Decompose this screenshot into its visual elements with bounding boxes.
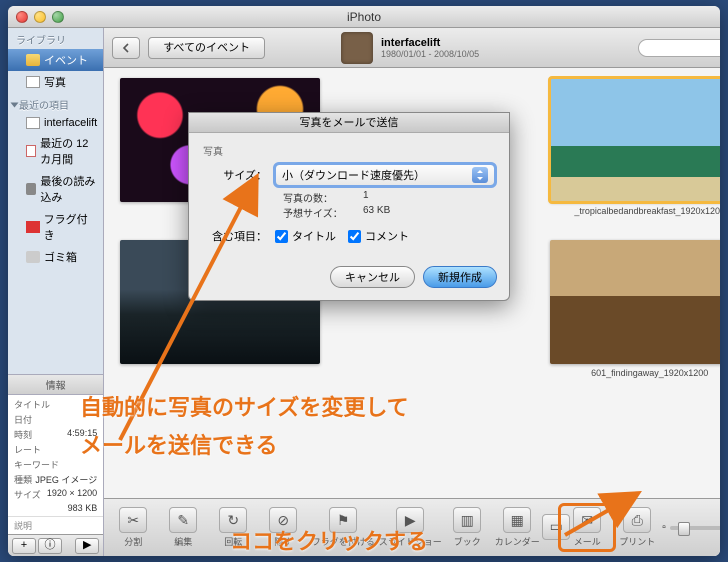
size-select[interactable]: 小（ダウンロード速度優先） (275, 164, 495, 186)
sidebar-item-flagged[interactable]: フラグ付き (8, 208, 103, 246)
photo-icon (26, 117, 40, 129)
dialog-title: 写真をメールで送信 (189, 113, 509, 133)
sidebar-item-interfacelift[interactable]: interfacelift (8, 114, 103, 132)
thumbnail-caption: _tropicalbedandbreakfast_1920x1200 (550, 206, 720, 216)
calendar-icon (26, 145, 36, 157)
event-header: interfacelift 1980/01/01 - 2008/10/05 (381, 37, 479, 59)
event-thumbnail (341, 32, 373, 64)
info-button[interactable]: ⓘ (38, 538, 62, 554)
fullscreen-button[interactable]: ▶ (75, 538, 99, 554)
event-title: interfacelift (381, 37, 479, 49)
tool-print[interactable]: ⎙プリント (612, 507, 662, 548)
folder-icon (26, 54, 40, 66)
cancel-button[interactable]: キャンセル (330, 266, 415, 288)
tool-split[interactable]: ✂分割 (108, 507, 158, 548)
zoom-slider[interactable] (670, 526, 720, 530)
zoom-out-icon[interactable]: ▫ (662, 522, 666, 533)
sidebar-item-trash[interactable]: ゴミ箱 (8, 246, 103, 268)
sidebar-bottom-bar: + ⓘ ▶ (8, 534, 103, 556)
sidebar-item-12months[interactable]: 最近の 12 カ月間 (8, 132, 103, 170)
zoom-slider-area: ▫ ◻ (662, 521, 720, 535)
thumbnail-selected[interactable]: _tropicalbedandbreakfast_1920x1200 (550, 78, 720, 216)
back-button[interactable] (112, 37, 140, 59)
checkbox-comment[interactable]: コメント (348, 228, 409, 244)
mail-dialog: 写真をメールで送信 写真 サイズ： 小（ダウンロード速度優先） 写真の数：1 予… (188, 112, 510, 301)
size-select-value: 小（ダウンロード速度優先） (282, 167, 425, 183)
thumbnail[interactable]: 601_findingaway_1920x1200 (550, 240, 720, 378)
sidebar-header-library: ライブラリ (8, 28, 103, 49)
breadcrumb-button[interactable]: すべてのイベント (148, 37, 265, 59)
thumbnail-image (550, 78, 720, 202)
sidebar-item-events[interactable]: イベント (8, 49, 103, 71)
create-button[interactable]: 新規作成 (423, 266, 497, 288)
sidebar-item-lastimport[interactable]: 最後の読み込み (8, 170, 103, 208)
info-panel: タイトル 日付 時刻4:59:15 レート キーワード 種類JPEG イメージ … (8, 395, 103, 516)
dialog-section-label: 写真 (203, 143, 495, 158)
add-button[interactable]: + (12, 538, 36, 554)
titlebar[interactable]: iPhoto (8, 6, 720, 28)
window-title: iPhoto (8, 10, 720, 24)
tool-slideshow[interactable]: ▶スライドショー (378, 507, 442, 548)
size-label: サイズ： (203, 167, 275, 183)
dialog-info: 写真の数：1 予想サイズ：63 KB (283, 190, 495, 220)
info-panel-header: 情報 (8, 374, 103, 395)
event-dates: 1980/01/01 - 2008/10/05 (381, 49, 479, 59)
disclosure-triangle-icon[interactable] (11, 103, 19, 108)
import-icon (26, 183, 36, 195)
thumbnail-caption: 601_findingaway_1920x1200 (550, 368, 720, 378)
sidebar-item-photos[interactable]: 写真 (8, 71, 103, 93)
search-input[interactable] (638, 39, 720, 57)
checkbox-title[interactable]: タイトル (275, 228, 336, 244)
include-label: 含む項目： (203, 228, 275, 244)
sidebar-header-recent: 最近の項目 (8, 93, 103, 114)
tool-flag[interactable]: ⚑フラグを付ける (308, 507, 378, 548)
tool-edit[interactable]: ✎編集 (158, 507, 208, 548)
select-arrows-icon (472, 167, 488, 183)
photo-icon (26, 76, 40, 88)
tool-hide[interactable]: ⊘隠す (258, 507, 308, 548)
tool-rotate[interactable]: ↻回転 (208, 507, 258, 548)
thumbnail-image (550, 240, 720, 364)
tool-card[interactable]: ▭ (542, 514, 562, 542)
flag-icon (26, 221, 40, 233)
toolbar: すべてのイベント interfacelift 1980/01/01 - 2008… (104, 28, 720, 68)
tool-book[interactable]: ▥ブック (442, 507, 492, 548)
tool-calendar[interactable]: ▦カレンダー (492, 507, 542, 548)
bottom-toolbar: ✂分割 ✎編集 ↻回転 ⊘隠す ⚑フラグを付ける ▶スライドショー ▥ブック ▦… (104, 498, 720, 556)
trash-icon (26, 251, 40, 263)
description-header: 説明 (8, 516, 103, 534)
sidebar: ライブラリ イベント 写真 最近の項目 interfacelift 最近の 12… (8, 28, 104, 556)
tool-mail[interactable]: ✉メール (562, 507, 612, 548)
